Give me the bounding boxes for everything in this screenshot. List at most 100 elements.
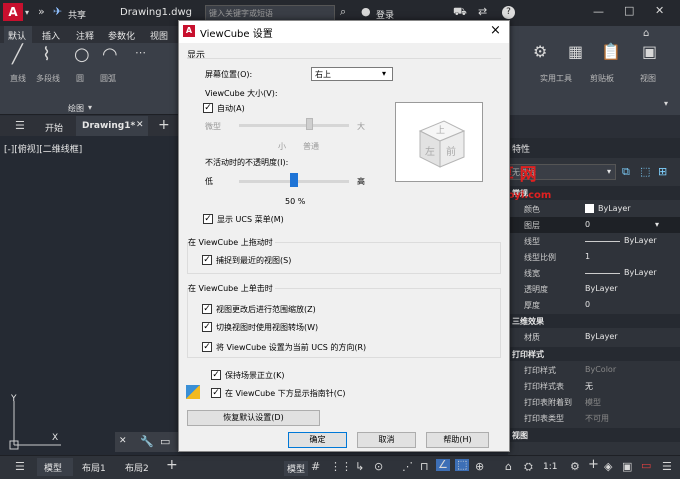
section-view[interactable]: 视图 xyxy=(508,428,680,442)
new-tab-icon[interactable]: + xyxy=(158,118,170,132)
expand-right-icon[interactable]: ▾ xyxy=(664,98,668,110)
arc-tool-icon[interactable]: ◠ xyxy=(102,46,118,64)
circle-tool-label[interactable]: 圆 xyxy=(76,73,84,84)
section-3d-effects[interactable]: 三维效果 xyxy=(508,314,680,328)
viewport-label[interactable]: [-][俯视][二维线框] xyxy=(4,142,82,155)
line-tool-label[interactable]: 直线 xyxy=(10,73,26,84)
prop-row-layer[interactable]: 图层 0 ▾ xyxy=(508,217,680,233)
ribbon-tab-parametric[interactable]: 参数化 xyxy=(108,29,135,42)
add-icon[interactable]: + xyxy=(588,458,599,471)
command-box-icon[interactable]: ▭ xyxy=(160,435,170,448)
exchange-icon[interactable]: ⇄ xyxy=(478,6,487,18)
size-slider[interactable] xyxy=(239,124,349,127)
zoom-extents-checkbox[interactable]: ✓ xyxy=(202,304,212,314)
close-ribbon-icon[interactable]: ⌂ xyxy=(643,28,649,40)
prop-row-plot-style-table[interactable]: 打印样式表 无 xyxy=(508,378,680,394)
restore-defaults-button[interactable]: 恢复默认设置(D) xyxy=(187,410,320,426)
section-plot-style[interactable]: 打印样式 xyxy=(508,347,680,361)
layout-tab-1[interactable]: 布局1 xyxy=(82,461,106,474)
view-icon[interactable]: ▣ xyxy=(642,44,657,60)
prop-row-linetype[interactable]: 线型 ByLayer xyxy=(508,233,680,249)
osnap-icon[interactable]: ⊓ xyxy=(420,461,429,473)
clipboard-label[interactable]: 剪贴板 xyxy=(590,73,614,84)
prop-row-lineweight[interactable]: 线宽 ByLayer xyxy=(508,265,680,281)
auto-size-checkbox[interactable]: ✓ xyxy=(203,103,213,113)
ribbon-tab-annotate[interactable]: 注释 xyxy=(76,29,94,42)
pickadd-icon[interactable]: ⊞ xyxy=(658,166,667,178)
draw-panel-label[interactable]: 绘图 xyxy=(68,103,84,114)
line-tool-icon[interactable]: ╱ xyxy=(12,46,23,64)
app-menu-chevron-icon[interactable]: ▾ xyxy=(25,7,29,19)
opacity-slider-thumb[interactable] xyxy=(290,173,298,187)
prop-row-thickness[interactable]: 厚度 0 xyxy=(508,297,680,313)
cancel-button[interactable]: 取消 xyxy=(357,432,416,448)
osnap-track-icon[interactable]: ⋰ xyxy=(402,461,413,473)
ribbon-tab-view[interactable]: 视图 xyxy=(150,29,168,42)
polyline-tool-icon[interactable]: ⌇ xyxy=(42,46,51,64)
add-layout-icon[interactable]: + xyxy=(166,458,178,472)
annotation-scale[interactable]: 1:1 xyxy=(543,462,557,472)
snap-icon[interactable]: ⋮⋮ xyxy=(330,461,352,473)
clean-screen-icon[interactable]: ▭ xyxy=(641,460,651,472)
view-transition-checkbox[interactable]: ✓ xyxy=(202,322,212,332)
close-tab-icon[interactable]: ✕ xyxy=(136,120,144,130)
ok-button[interactable]: 确定 xyxy=(288,432,347,448)
help-button[interactable]: ? xyxy=(502,6,515,19)
ortho-icon[interactable]: ↳ xyxy=(355,461,364,473)
model-space-toggle[interactable]: 模型 xyxy=(284,461,309,476)
minimize-icon[interactable]: — xyxy=(593,6,604,18)
maximize-icon[interactable]: □ xyxy=(624,5,634,17)
share-icon[interactable]: ✈ xyxy=(53,6,62,18)
layout-tab-model[interactable]: 模型 xyxy=(37,458,73,476)
annotation-icon[interactable]: ⊕ xyxy=(475,461,484,473)
share-button[interactable]: 共享 xyxy=(68,8,86,21)
show-ucs-menu-checkbox[interactable]: ✓ xyxy=(203,214,213,224)
keep-scene-upright-checkbox[interactable]: ✓ xyxy=(211,370,221,380)
arc-tool-label[interactable]: 圆弧 xyxy=(100,73,116,84)
ribbon-tab-insert[interactable]: 插入 xyxy=(42,29,60,42)
quick-access-icon[interactable]: » xyxy=(38,6,45,18)
utilities-label[interactable]: 实用工具 xyxy=(540,73,572,84)
grid-icon[interactable]: # xyxy=(311,461,320,473)
command-line[interactable]: ✕ 🔧 ▭ xyxy=(115,432,180,452)
prop-row-material[interactable]: 材质 ByLayer xyxy=(508,329,680,345)
customize-icon[interactable]: ☰ xyxy=(662,461,672,473)
transparency-icon[interactable]: ⌂ xyxy=(505,461,512,473)
cart-icon[interactable]: ⛟ xyxy=(453,6,467,18)
selection-cycling-icon[interactable]: ⬚ xyxy=(455,459,470,471)
ribbon-tool-icon[interactable]: ⚙ xyxy=(533,44,547,60)
quick-select-icon[interactable]: ⧉ xyxy=(622,166,630,178)
hardware-accel-icon[interactable]: ▣ xyxy=(622,461,632,473)
dialog-close-button[interactable]: × xyxy=(490,23,501,38)
start-tab[interactable]: 开始 xyxy=(45,121,63,134)
show-compass-checkbox[interactable]: ✓ xyxy=(211,388,221,398)
snap-to-view-checkbox[interactable]: ✓ xyxy=(202,255,212,265)
user-icon[interactable]: ● xyxy=(361,6,371,18)
prop-row-plot-style[interactable]: 打印样式 ByColor xyxy=(508,362,680,378)
select-objects-icon[interactable]: ⬚ xyxy=(640,166,650,178)
layout-tab-2[interactable]: 布局2 xyxy=(125,461,149,474)
prop-row-linetype-scale[interactable]: 线型比例 1 xyxy=(508,249,680,265)
circle-tool-icon[interactable]: ○ xyxy=(74,46,90,64)
polar-icon[interactable]: ⊙ xyxy=(374,461,383,473)
workspace-icon[interactable]: ⚙ xyxy=(570,461,580,473)
prop-row-plot-type[interactable]: 打印表类型 不可用 xyxy=(508,410,680,426)
isolate-icon[interactable]: ◈ xyxy=(604,461,612,473)
utilities-icon[interactable]: ▦ xyxy=(568,44,583,60)
size-slider-thumb[interactable] xyxy=(306,118,313,130)
search-input[interactable]: 键入关键字或短语 xyxy=(205,5,335,21)
clipboard-icon[interactable]: 📋 xyxy=(601,44,621,60)
search-icon[interactable]: ⌕ xyxy=(340,6,346,18)
screen-position-select[interactable]: 右上 ▾ xyxy=(311,67,393,81)
draw-more-icon[interactable]: ⋯ xyxy=(135,47,146,59)
orient-to-ucs-checkbox[interactable]: ✓ xyxy=(202,342,212,352)
drawing-tab[interactable]: Drawing1* ✕ xyxy=(76,116,148,136)
prop-row-color[interactable]: 颜色 ByLayer xyxy=(508,201,680,217)
view-label[interactable]: 视图 xyxy=(640,73,656,84)
prop-row-transparency[interactable]: 透明度 ByLayer xyxy=(508,281,680,297)
layout-menu-icon[interactable]: ☰ xyxy=(15,461,25,473)
command-wrench-icon[interactable]: 🔧 xyxy=(140,435,154,448)
close-icon[interactable]: ✕ xyxy=(655,5,664,17)
ribbon-tab-home[interactable]: 默认 xyxy=(4,26,32,43)
help-button[interactable]: 帮助(H) xyxy=(426,432,489,448)
